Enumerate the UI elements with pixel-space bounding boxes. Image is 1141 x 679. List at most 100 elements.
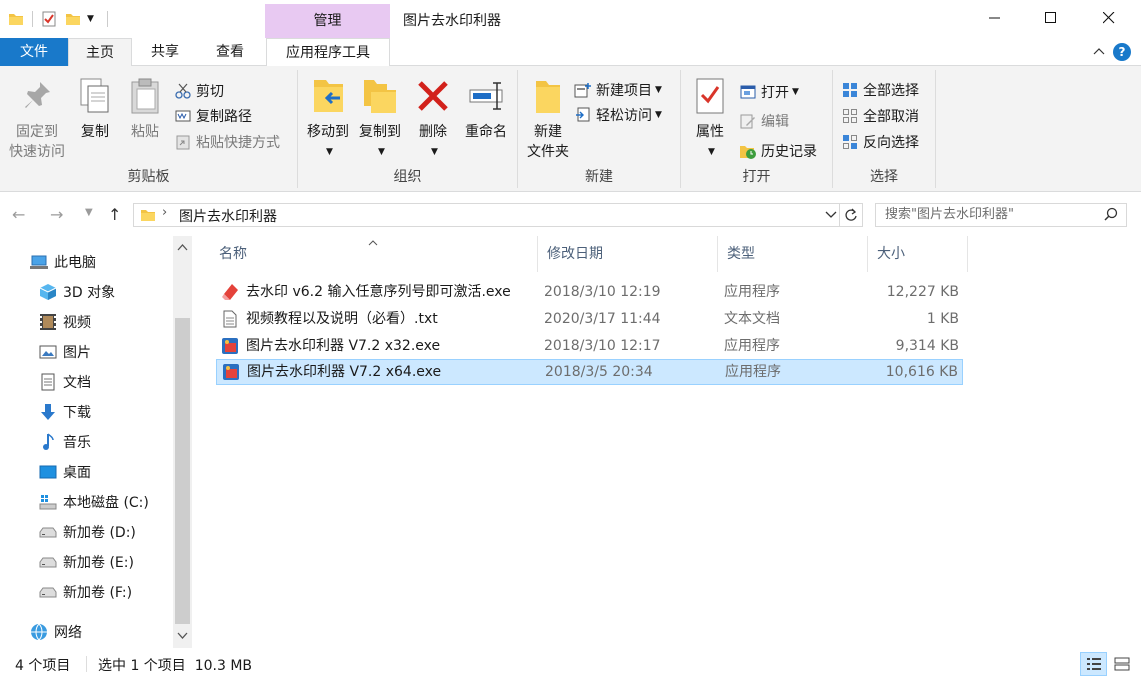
nav-network[interactable]: 网络 [30,620,82,644]
file-date: 2018/3/10 12:19 [544,284,661,300]
details-view-button[interactable] [1080,652,1107,676]
forward-arrow-icon[interactable]: → [50,205,63,224]
selection-info: 选中 1 个项目 10.3 MB [98,658,253,674]
copy-path-button[interactable]: 复制路径 [174,105,252,127]
file-type: 应用程序 [724,284,780,300]
new-folder-icon[interactable] [65,11,81,27]
easy-access-label: 轻松访问 [596,108,652,124]
rename-button[interactable]: 重命名 [458,76,514,142]
collapse-ribbon-icon[interactable] [1093,45,1105,60]
scroll-down-icon[interactable] [177,629,188,644]
copy-to-button[interactable]: 复制到 ▼ [354,76,406,162]
tab-share[interactable]: 共享 [134,38,196,66]
breadcrumb-current[interactable]: 图片去水印利器 [179,206,277,226]
tab-app-tools[interactable]: 应用程序工具 [266,38,390,66]
history-icon [739,142,757,160]
file-name: 视频教程以及说明（必看）.txt [246,311,438,327]
nav-pictures[interactable]: 图片 [39,340,91,364]
help-icon[interactable]: ? [1113,43,1131,61]
delete-dropdown-icon: ▼ [431,147,438,157]
new-folder-button[interactable]: 新建 文件夹 [522,76,574,162]
move-to-button[interactable]: 移动到 ▼ [302,76,354,162]
tab-view[interactable]: 查看 [198,38,262,66]
delete-button[interactable]: 删除 ▼ [412,76,454,162]
file-row[interactable]: 视频教程以及说明（必看）.txt 2020/3/17 11:44 文本文档 1 … [216,306,963,332]
back-arrow-icon[interactable]: ← [12,205,25,224]
paste-button[interactable]: 粘贴 [124,76,166,142]
tab-file[interactable]: 文件 [0,38,68,66]
details-view-icon [1086,658,1101,670]
nav-documents[interactable]: 文档 [39,370,91,394]
properties-button[interactable]: 属性 ▼ [689,76,731,162]
column-type[interactable]: 类型 [718,236,868,272]
cut-label: 剪切 [196,84,224,100]
properties-check-icon[interactable] [41,11,57,27]
nav-3d-objects[interactable]: 3D 对象 [39,280,115,304]
column-name-label: 名称 [219,246,247,262]
column-size[interactable]: 大小 [868,236,968,272]
file-name: 图片去水印利器 V7.2 x32.exe [246,338,441,354]
nav-label: 文档 [63,375,91,391]
navigation-pane: 此电脑 3D 对象 视频 图片 文档 下载 音乐 桌面 本地磁盘 (C:) 新加… [0,236,193,648]
invert-selection-button[interactable]: 反向选择 [841,131,919,153]
file-name: 图片去水印利器 V7.2 x64.exe [247,364,442,380]
nav-videos[interactable]: 视频 [39,310,91,334]
open-dropdown-icon: ▼ [792,87,799,97]
nav-label: 视频 [63,315,91,331]
new-folder-label-1: 新建 [534,124,562,140]
column-name[interactable]: 名称 [210,236,538,272]
group-label-select: 选择 [870,169,898,185]
paste-shortcut-button[interactable]: 粘贴快捷方式 [174,131,280,153]
file-type: 应用程序 [724,338,780,354]
large-icons-view-button[interactable] [1108,652,1135,676]
copy-button[interactable]: 复制 [74,76,116,142]
pictures-icon [39,343,57,361]
recent-locations-icon[interactable]: ▼ [85,207,93,218]
address-dropdown-icon[interactable] [825,208,837,224]
sort-ascending-icon [368,224,378,260]
close-button[interactable] [1080,0,1138,36]
nav-downloads[interactable]: 下载 [39,400,91,424]
file-row[interactable]: 去水印 v6.2 输入任意序列号即可激活.exe 2018/3/10 12:19… [216,279,963,305]
breadcrumb-separator-icon[interactable]: › [162,205,167,220]
column-date[interactable]: 修改日期 [538,236,718,272]
address-bar[interactable]: › 图片去水印利器 [133,203,840,227]
customize-dropdown-icon[interactable]: ▼ [87,14,101,24]
nav-this-pc[interactable]: 此电脑 [30,250,96,274]
easy-access-button[interactable]: 轻松访问 ▼ [574,104,662,126]
nav-drive-d[interactable]: 新加卷 (D:) [39,520,136,544]
nav-drive-c[interactable]: 本地磁盘 (C:) [39,490,149,514]
paste-icon [127,76,163,116]
select-none-button[interactable]: 全部取消 [841,105,919,127]
search-input[interactable]: 搜索"图片去水印利器" [875,203,1127,227]
nav-drive-f[interactable]: 新加卷 (F:) [39,580,132,604]
nav-drive-e[interactable]: 新加卷 (E:) [39,550,134,574]
open-button[interactable]: 打开 ▼ [739,81,799,103]
new-item-button[interactable]: 新建项目 ▼ [574,79,662,101]
file-row[interactable]: 图片去水印利器 V7.2 x32.exe 2018/3/10 12:17 应用程… [216,333,963,359]
maximize-button[interactable] [1022,0,1080,36]
nav-label: 桌面 [63,465,91,481]
nav-label: 新加卷 (D:) [63,525,136,541]
file-row-selected[interactable]: 图片去水印利器 V7.2 x64.exe 2018/3/5 20:34 应用程序… [216,359,963,385]
group-label-clipboard: 剪贴板 [127,169,170,185]
pin-quick-access-button[interactable]: 固定到 快速访问 [6,76,68,162]
scroll-up-icon[interactable] [177,240,188,255]
history-button[interactable]: 历史记录 [739,140,817,162]
tab-home[interactable]: 主页 [68,38,132,67]
edit-button[interactable]: 编辑 [739,110,789,132]
rename-icon [468,76,504,116]
manage-context-tab[interactable]: 管理 [265,4,390,38]
nav-music[interactable]: 音乐 [39,430,91,454]
nav-label: 本地磁盘 (C:) [63,495,149,511]
drive-icon [39,523,57,541]
cut-button[interactable]: 剪切 [174,80,224,102]
nav-scrollbar-thumb[interactable] [175,318,190,624]
refresh-button[interactable] [840,203,863,227]
maximize-icon [1045,12,1056,23]
up-arrow-icon[interactable]: ↑ [108,205,121,224]
network-icon [30,623,48,641]
select-all-button[interactable]: 全部选择 [841,79,919,101]
minimize-button[interactable] [966,0,1024,36]
nav-desktop[interactable]: 桌面 [39,460,91,484]
